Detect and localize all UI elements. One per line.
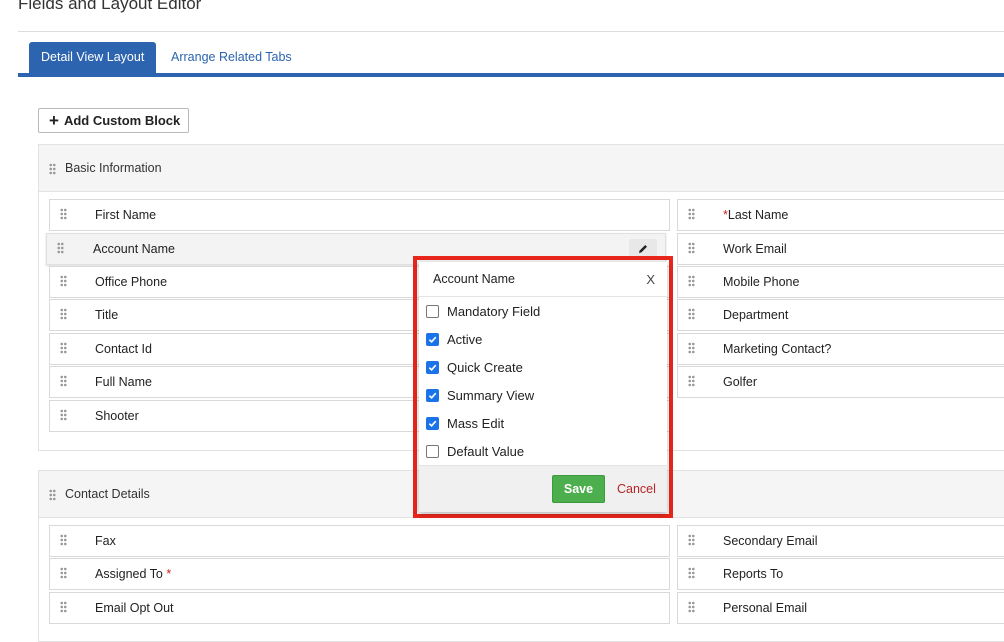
drag-handle-icon[interactable] — [60, 308, 67, 320]
field-label: Work Email — [723, 242, 787, 256]
field-label: Personal Email — [723, 601, 808, 615]
add-custom-block-label: Add Custom Block — [63, 113, 181, 128]
option-default-value[interactable]: Default Value — [426, 441, 524, 461]
checkbox[interactable] — [426, 332, 439, 346]
popup-title: Account Name — [433, 272, 515, 286]
field-label: Golfer — [723, 375, 758, 389]
drag-handle-icon[interactable] — [688, 308, 695, 320]
drag-handle-icon[interactable] — [60, 342, 67, 354]
cancel-link[interactable]: Cancel — [617, 482, 656, 496]
field-label: Secondary Email — [723, 534, 818, 548]
checkbox[interactable] — [426, 360, 439, 374]
option-mass-edit[interactable]: Mass Edit — [426, 413, 504, 433]
field-label: Office Phone — [95, 275, 168, 289]
field-label: Fax — [95, 534, 116, 548]
block-title: Contact Details — [65, 487, 150, 501]
checkbox[interactable] — [426, 304, 439, 318]
drag-handle-icon[interactable] — [60, 208, 67, 220]
add-custom-block-button[interactable]: + Add Custom Block — [38, 108, 189, 133]
field-work-email[interactable]: Work Email — [677, 233, 1004, 265]
field-department[interactable]: Department — [677, 299, 1004, 331]
drag-handle-icon[interactable] — [688, 534, 695, 546]
drag-handle-icon[interactable] — [688, 375, 695, 387]
field-fax[interactable]: Fax — [49, 525, 670, 557]
option-mandatory-field[interactable]: Mandatory Field — [426, 301, 540, 321]
option-label: Active — [447, 331, 483, 347]
checkbox[interactable] — [426, 444, 439, 458]
option-summary-view[interactable]: Summary View — [426, 385, 534, 405]
field-first-name[interactable]: First Name — [49, 199, 670, 231]
field-label: Mobile Phone — [723, 275, 800, 289]
field-label: Shooter — [95, 409, 139, 423]
field-label: First Name — [95, 208, 157, 222]
drag-handle-icon[interactable] — [688, 342, 695, 354]
field-label: Title — [95, 308, 119, 322]
drag-handle-icon[interactable] — [60, 601, 67, 613]
field-assigned-to[interactable]: Assigned To * — [49, 558, 670, 590]
checkbox[interactable] — [426, 416, 439, 430]
drag-handle-icon[interactable] — [60, 275, 67, 287]
field-label: Account Name — [93, 242, 175, 256]
field-label: Reports To — [723, 567, 784, 581]
tab-detail-view-layout[interactable]: Detail View Layout — [29, 42, 157, 73]
field-label: Assigned To * — [95, 567, 171, 581]
field-mobile-phone[interactable]: Mobile Phone — [677, 266, 1004, 298]
checkmark-icon — [428, 420, 437, 427]
field-last-name[interactable]: *Last Name — [677, 199, 1004, 231]
field-label: *Last Name — [723, 208, 788, 222]
option-label: Mass Edit — [447, 415, 505, 431]
drag-handle-icon[interactable] — [60, 375, 67, 387]
pencil-icon — [639, 245, 647, 253]
option-active[interactable]: Active — [426, 329, 482, 349]
field-properties-popup: Account Name X Mandatory Field Active Qu… — [419, 262, 667, 512]
field-secondary-email[interactable]: Secondary Email — [677, 525, 1004, 557]
drag-handle-icon[interactable] — [688, 601, 695, 613]
drag-handle-icon[interactable] — [60, 534, 67, 546]
drag-handle-icon[interactable] — [688, 275, 695, 287]
field-label-text: Assigned To — [95, 567, 163, 581]
field-reports-to[interactable]: Reports To — [677, 558, 1004, 590]
field-marketing-contact[interactable]: Marketing Contact? — [677, 333, 1004, 365]
drag-handle-icon[interactable] — [49, 489, 56, 501]
layout-tabs: Detail View Layout Arrange Related Tabs — [18, 42, 1004, 77]
field-label: Department — [723, 308, 789, 322]
drag-handle-icon[interactable] — [49, 163, 56, 175]
field-label: Full Name — [95, 375, 152, 389]
drag-handle-icon[interactable] — [688, 242, 695, 254]
field-label: Marketing Contact? — [723, 342, 832, 356]
field-label: Email Opt Out — [95, 601, 174, 615]
block-title: Basic Information — [65, 161, 162, 175]
option-label: Default Value — [447, 443, 525, 459]
plus-icon: + — [49, 111, 59, 130]
drag-handle-icon[interactable] — [60, 409, 67, 421]
field-golfer[interactable]: Golfer — [677, 366, 1004, 398]
tab-arrange-related-tabs[interactable]: Arrange Related Tabs — [159, 42, 304, 73]
checkmark-icon — [428, 364, 437, 371]
field-personal-email[interactable]: Personal Email — [677, 592, 1004, 624]
page-title: Fields and Layout Editor — [18, 0, 202, 13]
drag-handle-icon[interactable] — [688, 208, 695, 220]
option-label: Summary View — [447, 387, 535, 403]
option-label: Quick Create — [447, 359, 523, 375]
field-label: Contact Id — [95, 342, 152, 356]
drag-handle-icon[interactable] — [688, 567, 695, 579]
block-header: Basic Information — [39, 145, 1004, 192]
close-button[interactable]: X — [646, 272, 655, 287]
save-button[interactable]: Save — [552, 475, 605, 503]
field-label-text: Last Name — [727, 208, 789, 222]
drag-handle-icon[interactable] — [60, 567, 67, 579]
checkbox[interactable] — [426, 388, 439, 402]
drag-handle-icon[interactable] — [57, 242, 64, 254]
option-label: Mandatory Field — [447, 303, 541, 319]
required-marker: * — [166, 567, 172, 581]
option-quick-create[interactable]: Quick Create — [426, 357, 523, 377]
popup-header: Account Name X — [419, 262, 667, 297]
title-divider — [18, 31, 1004, 32]
checkmark-icon — [428, 392, 437, 399]
field-email-opt-out[interactable]: Email Opt Out — [49, 592, 670, 624]
checkmark-icon — [428, 336, 437, 343]
